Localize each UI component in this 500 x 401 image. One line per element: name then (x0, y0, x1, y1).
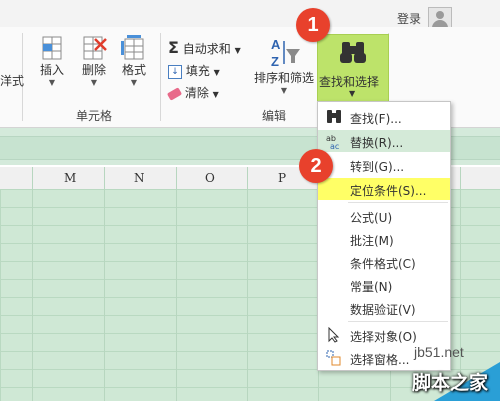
menu-item-label: 批注(M) (350, 234, 394, 248)
menu-item-goto[interactable]: 转到(G)... (318, 154, 450, 176)
delete-label: 删除 (81, 63, 106, 77)
insert-button[interactable]: 插入 ▼ (34, 35, 70, 88)
step-1-badge: 1 (296, 8, 330, 42)
menu-item-label: 转到(G)... (350, 160, 405, 174)
menu-item-replace[interactable]: ab ac 替换(R)... (318, 130, 450, 152)
grid-line (104, 167, 105, 401)
chevron-down-icon: ▼ (213, 68, 220, 77)
chevron-down-icon: ▼ (280, 86, 288, 95)
format-cells-icon (121, 35, 144, 60)
fill-button[interactable]: ↓ 填充 ▼ (168, 62, 220, 79)
replace-icon: ab ac (326, 134, 339, 149)
menu-item-label: 查找(F)... (350, 112, 402, 126)
menu-item-formulas[interactable]: 公式(U) (318, 205, 450, 227)
menu-separator (348, 321, 448, 322)
fill-down-icon: ↓ (168, 64, 182, 79)
menu-item-goto-special[interactable]: 定位条件(S)... (318, 178, 450, 200)
selection-pane-icon (326, 350, 341, 366)
sort-filter-label: 排序和筛选 (253, 71, 314, 85)
chevron-down-icon: ▼ (130, 78, 138, 87)
find-select-menu: 查找(F)... ab ac 替换(R)... 转到(G)... 定位条件(S)… (317, 101, 451, 371)
grid-line (176, 167, 177, 401)
svg-text:ac: ac (330, 142, 339, 149)
chevron-down-icon: ▼ (48, 78, 56, 87)
menu-item-label: 选择窗格... (350, 353, 410, 367)
fill-label: 填充 (185, 64, 210, 78)
delete-cells-icon (83, 36, 107, 60)
menu-item-label: 条件格式(C) (350, 257, 416, 271)
format-button[interactable]: 格式 ▼ (116, 35, 152, 88)
chevron-down-icon: ▼ (349, 89, 356, 98)
insert-cells-icon (42, 36, 62, 60)
find-select-label: 查找和选择 (319, 75, 380, 89)
format-label: 格式 (121, 63, 146, 77)
grid-line (247, 167, 248, 401)
menu-item-label: 定位条件(S)... (350, 184, 427, 198)
avatar-head (436, 11, 444, 19)
menu-item-find[interactable]: 查找(F)... (318, 106, 450, 128)
menu-item-label: 常量(N) (350, 280, 393, 294)
menu-item-label: 数据验证(V) (350, 303, 416, 317)
menu-item-label: 选择对象(O) (350, 330, 417, 344)
delete-button[interactable]: 删除 ▼ (76, 35, 112, 88)
column-header-n[interactable]: N (134, 171, 145, 185)
sort-filter-button[interactable]: A Z 排序和筛选 ▼ (252, 35, 316, 96)
login-link[interactable]: 登录 (397, 10, 421, 27)
column-header-o[interactable]: O (205, 171, 215, 185)
menu-item-label: 替换(R)... (350, 136, 404, 150)
menu-item-comments[interactable]: 批注(M) (318, 228, 450, 250)
watermark: jb51.net 脚本之家 (404, 344, 500, 401)
binoculars-icon (327, 110, 341, 123)
autosum-button[interactable]: Σ 自动求和 ▼ (168, 38, 241, 57)
svg-text:A: A (271, 37, 281, 52)
editing-group-label: 编辑 (262, 109, 287, 123)
insert-label: 插入 (39, 63, 64, 77)
menu-separator (348, 202, 448, 203)
clear-button[interactable]: 清除 ▼ (166, 84, 219, 101)
watermark-name: 脚本之家 (412, 372, 489, 394)
menu-item-conditional-formatting[interactable]: 条件格式(C) (318, 251, 450, 273)
menu-item-constants[interactable]: 常量(N) (318, 274, 450, 296)
chevron-down-icon: ▼ (90, 78, 98, 87)
binoculars-icon (340, 42, 366, 63)
column-header-p[interactable]: P (278, 171, 286, 185)
sigma-icon: Σ (168, 38, 179, 57)
watermark-site: jb51.net (414, 344, 464, 360)
chevron-down-icon: ▼ (212, 90, 219, 99)
chevron-down-icon: ▼ (234, 46, 241, 55)
menu-item-label: 公式(U) (350, 211, 393, 225)
grid-line (32, 167, 33, 401)
clear-label: 清除 (184, 86, 209, 100)
find-select-button[interactable]: 查找和选择 ▼ (317, 34, 389, 106)
autosum-label: 自动求和 (182, 42, 231, 56)
cursor-icon (328, 327, 340, 343)
step-2-badge: 2 (299, 149, 333, 183)
format-partial-label[interactable]: 洋式 (0, 72, 24, 89)
menu-item-data-validation[interactable]: 数据验证(V) (318, 297, 450, 319)
eraser-icon (166, 86, 183, 101)
menu-item-select-objects[interactable]: 选择对象(O) (318, 324, 450, 346)
ribbon-separator (160, 33, 161, 121)
column-header-m[interactable]: M (64, 171, 76, 185)
cells-group-label: 单元格 (76, 109, 113, 123)
svg-text:Z: Z (271, 54, 279, 69)
excel-window: 登录 洋式 插入 ▼ 删除 ▼ 格式 ▼ 单元格 Σ 自动求和 ▼ ↓ 填充 ▼… (0, 0, 500, 401)
sort-filter-icon: A Z (271, 37, 300, 69)
